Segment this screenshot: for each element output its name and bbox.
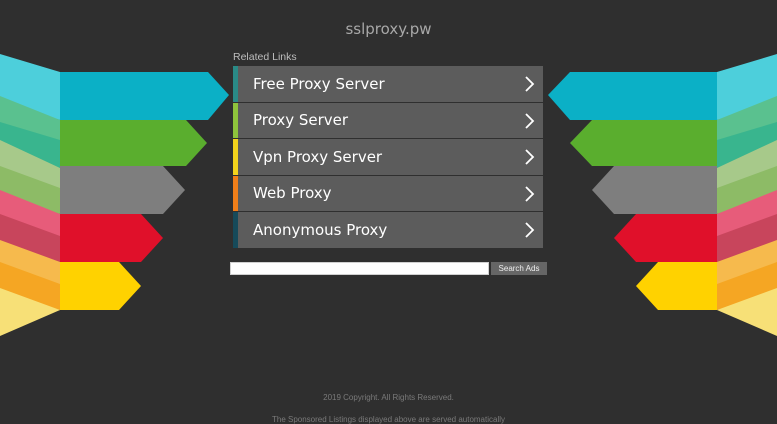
related-link-web-proxy[interactable]: Web Proxy	[233, 175, 543, 211]
domain-title: sslproxy.pw	[345, 20, 432, 38]
accent-bar	[233, 139, 238, 175]
related-link-free-proxy-server[interactable]: Free Proxy Server	[233, 66, 543, 102]
copyright-text: 2019 Copyright. All Rights Reserved.	[323, 393, 454, 402]
related-link-label: Proxy Server	[253, 111, 349, 130]
accent-bar	[233, 212, 238, 248]
accent-bar	[233, 175, 238, 211]
related-links-heading: Related Links	[233, 51, 297, 63]
related-link-label: Web Proxy	[253, 184, 332, 203]
related-link-label: Anonymous Proxy	[253, 220, 388, 239]
chevron-right-icon	[525, 76, 535, 92]
related-link-proxy-server[interactable]: Proxy Server	[233, 102, 543, 138]
related-link-label: Vpn Proxy Server	[253, 147, 383, 166]
search-form: Search Ads	[230, 262, 547, 275]
right-arrows	[548, 54, 777, 336]
related-links-list: Free Proxy Server Proxy Server Vpn Proxy…	[233, 66, 543, 249]
related-link-label: Free Proxy Server	[253, 74, 385, 93]
search-ads-button[interactable]: Search Ads	[491, 262, 547, 275]
search-input[interactable]	[230, 262, 489, 275]
accent-bar	[233, 66, 238, 102]
related-link-anonymous-proxy[interactable]: Anonymous Proxy	[233, 212, 543, 248]
chevron-right-icon	[525, 185, 535, 202]
chevron-right-icon	[525, 222, 535, 238]
chevron-right-icon	[525, 149, 535, 165]
accent-bar	[233, 102, 238, 138]
left-arrows	[0, 54, 229, 336]
related-link-vpn-proxy-server[interactable]: Vpn Proxy Server	[233, 139, 543, 175]
chevron-right-icon	[525, 112, 535, 129]
